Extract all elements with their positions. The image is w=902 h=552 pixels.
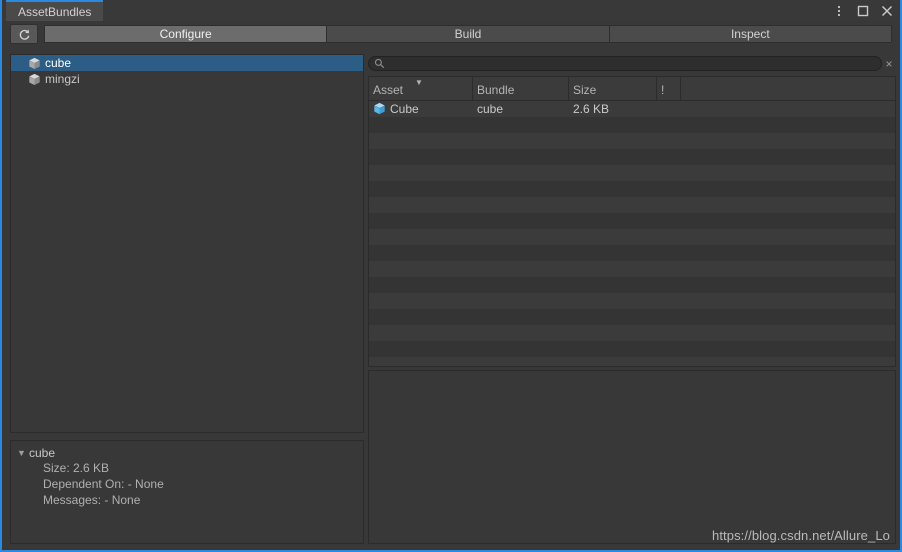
asset-list-column-header: Asset ▼ Bundle Size ! [369, 77, 895, 101]
tab-assetbundles[interactable]: AssetBundles [6, 0, 104, 21]
bundle-tree-panel[interactable]: cube mingzi [10, 54, 364, 433]
table-row-empty[interactable] [369, 181, 895, 197]
bundle-tree-item-cube[interactable]: cube [11, 55, 363, 71]
table-row-empty[interactable] [369, 357, 895, 366]
table-row-empty[interactable] [369, 261, 895, 277]
bundle-tree-item-mingzi[interactable]: mingzi [11, 71, 363, 87]
table-row-empty[interactable] [369, 341, 895, 357]
column-header-bundle-label: Bundle [477, 83, 515, 97]
bundle-detail-messages: Messages: - None [43, 493, 141, 507]
table-row-empty[interactable] [369, 245, 895, 261]
tab-assetbundles-label: AssetBundles [18, 4, 92, 19]
kebab-menu-icon[interactable] [832, 4, 846, 18]
foldout-triangle-icon[interactable]: ▼ [17, 448, 29, 458]
tab-build[interactable]: Build [327, 25, 610, 43]
refresh-button[interactable] [10, 24, 38, 44]
table-row-empty[interactable] [369, 133, 895, 149]
window-titlebar: AssetBundles [2, 0, 900, 21]
asset-list-panel[interactable]: Asset ▼ Bundle Size ! Cube cube 2.6 KB [368, 76, 896, 367]
close-icon[interactable] [880, 4, 894, 18]
column-header-asset-label: Asset [373, 83, 404, 97]
watermark-text: https://blog.csdn.net/Allure_Lo [712, 528, 890, 543]
bundle-details-panel: ▼ cube Size: 2.6 KB Dependent On: - None… [10, 440, 364, 544]
search-icon [374, 58, 385, 69]
column-header-message-flag[interactable]: ! [657, 77, 681, 100]
window-controls [832, 0, 894, 21]
table-row-empty[interactable] [369, 277, 895, 293]
assetbundle-browser-window: AssetBundles Configure Build Inspect cub… [0, 0, 902, 552]
mode-tab-group: Configure Build Inspect [44, 25, 892, 43]
sort-descending-icon: ▼ [415, 78, 423, 87]
cell-asset: Cube [369, 102, 473, 116]
search-input[interactable] [368, 56, 882, 71]
column-header-message-flag-label: ! [661, 83, 665, 97]
tab-inspect-label: Inspect [730, 27, 770, 41]
table-row-empty[interactable] [369, 293, 895, 309]
column-header-asset[interactable]: Asset ▼ [369, 77, 473, 100]
column-header-size-label: Size [573, 83, 597, 97]
tab-inspect[interactable]: Inspect [609, 25, 892, 43]
tab-build-label: Build [454, 27, 482, 41]
table-row-empty[interactable] [369, 325, 895, 341]
cell-size: 2.6 KB [573, 102, 610, 116]
tab-configure[interactable]: Configure [44, 25, 328, 43]
tab-configure-label: Configure [159, 27, 212, 41]
table-row[interactable]: Cube cube 2.6 KB [369, 101, 895, 117]
bundle-details-header[interactable]: ▼ cube [17, 445, 357, 460]
column-header-size[interactable]: Size [569, 77, 657, 100]
table-row-empty[interactable] [369, 229, 895, 245]
bundle-package-icon [27, 56, 41, 70]
bundle-detail-dependent-on: Dependent On: - None [43, 477, 164, 491]
table-row-empty[interactable] [369, 197, 895, 213]
maximize-icon[interactable] [856, 4, 870, 18]
asset-message-panel[interactable] [368, 370, 896, 544]
cube-prefab-icon [373, 102, 387, 116]
main-toolbar: Configure Build Inspect [4, 23, 898, 45]
bundle-detail-size: Size: 2.6 KB [43, 461, 110, 475]
table-row-empty[interactable] [369, 213, 895, 229]
bundle-details-name: cube [29, 445, 56, 460]
table-row-empty[interactable] [369, 165, 895, 181]
table-row-empty[interactable] [369, 149, 895, 165]
search-clear-icon[interactable]: × [882, 56, 896, 71]
asset-search-bar: × [368, 55, 896, 72]
table-row-empty[interactable] [369, 309, 895, 325]
column-header-spacer [681, 77, 895, 100]
asset-list-rows: Cube cube 2.6 KB [369, 101, 895, 366]
bundle-package-icon [27, 72, 41, 86]
table-row-empty[interactable] [369, 117, 895, 133]
bundle-tree-item-mingzi-label: mingzi [45, 72, 80, 86]
cell-asset-label: Cube [390, 102, 419, 116]
bundle-tree-item-cube-label: cube [45, 56, 72, 70]
cell-bundle: cube [477, 102, 504, 116]
column-header-bundle[interactable]: Bundle [473, 77, 569, 100]
